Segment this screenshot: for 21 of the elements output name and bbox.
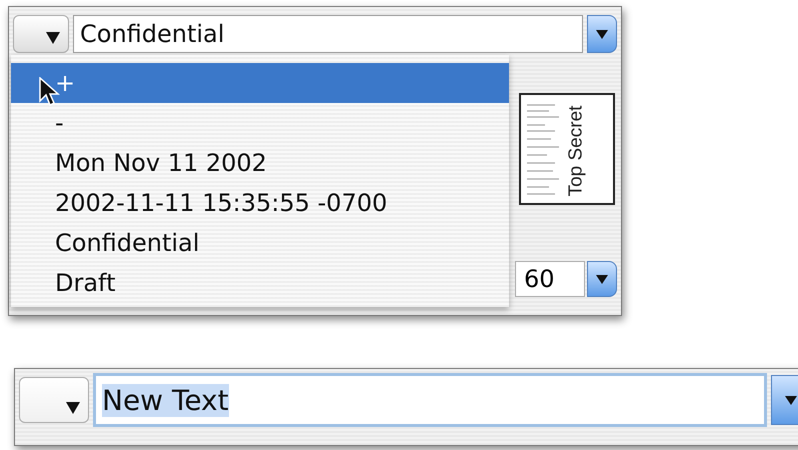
caret-icon xyxy=(596,30,608,38)
menu-item[interactable]: - xyxy=(11,103,509,143)
text-combo-field[interactable]: New Text xyxy=(93,373,767,427)
menu-item[interactable]: 2002-11-11 15:35:55 -0700 xyxy=(11,183,509,223)
menu-item[interactable]: Draft xyxy=(11,263,509,303)
size-field[interactable]: 60 xyxy=(515,261,585,297)
field-value: Confidential xyxy=(80,20,224,48)
caret-icon xyxy=(46,32,60,44)
dropdown-button[interactable] xyxy=(587,15,617,53)
menu-item[interactable]: Mon Nov 11 2002 xyxy=(11,143,509,183)
caret-icon xyxy=(66,402,80,414)
caret-icon xyxy=(596,274,608,284)
caret-icon xyxy=(785,396,797,404)
field-value: New Text xyxy=(102,384,229,416)
menu-item[interactable]: Confidential xyxy=(11,223,509,263)
dropdown-button[interactable] xyxy=(587,261,617,297)
watermark-text: Top Secret xyxy=(565,106,588,196)
menu-item[interactable]: + xyxy=(11,63,509,103)
token-menu-button[interactable] xyxy=(13,15,69,53)
token-menu-button[interactable] xyxy=(19,377,89,423)
text-combo-field[interactable]: Confidential xyxy=(73,15,583,53)
